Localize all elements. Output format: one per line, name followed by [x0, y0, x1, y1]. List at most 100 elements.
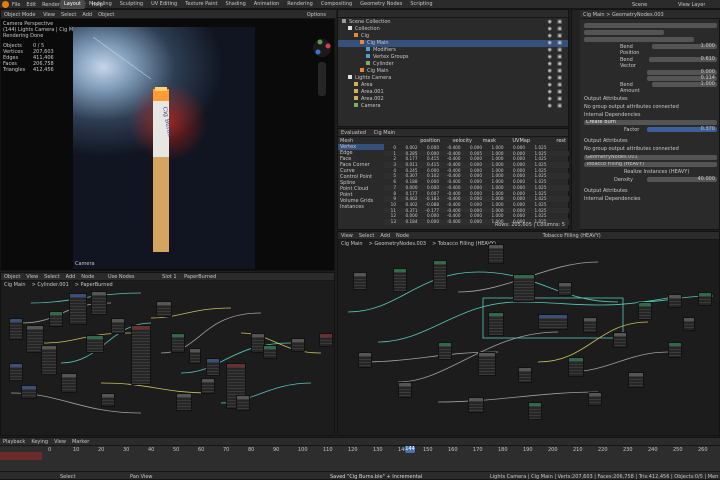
- outliner-item[interactable]: Vertex Groups ◉ ▣: [338, 54, 568, 61]
- math-node[interactable]: [488, 244, 504, 264]
- outliner-item[interactable]: Cig Main ◉ ▣: [338, 40, 568, 47]
- outliner-item[interactable]: Modifiers ◉ ▣: [338, 47, 568, 54]
- domain-item[interactable]: Instances: [338, 204, 384, 210]
- mode-selector[interactable]: Object Mode: [4, 12, 36, 18]
- density-value[interactable]: 40.000: [647, 177, 717, 182]
- outliner-item[interactable]: Area ◉ ▣: [338, 82, 568, 89]
- workspace-tabs[interactable]: Layout Modeling Sculpting UV Editing Texture…: [60, 0, 437, 9]
- section-header[interactable]: Output Attributes: [584, 96, 717, 102]
- viewport-menu-select[interactable]: Select: [61, 12, 76, 18]
- math-node[interactable]: [156, 301, 172, 317]
- geometry-node-editor[interactable]: View Select Add Node Tobacco Filling (HEAVY…: [337, 231, 720, 436]
- modifier-inputs[interactable]: Bend Position 1.000 Bend Vector 0.610 0.000 0…: [584, 44, 717, 94]
- spreadsheet-domain-list[interactable]: Mesh Vertex Edge Face Face Corner Curve Contro…: [338, 138, 384, 210]
- blender-logo-icon[interactable]: [2, 1, 9, 8]
- visibility-icon[interactable]: ◉: [548, 96, 552, 103]
- texture-node[interactable]: [206, 358, 220, 376]
- menu-render[interactable]: Render: [42, 2, 60, 8]
- noise-node[interactable]: [69, 293, 87, 325]
- tab-rendering[interactable]: Rendering: [283, 0, 317, 9]
- principled-bsdf-node[interactable]: [131, 325, 151, 385]
- render-icon[interactable]: ▣: [557, 33, 562, 40]
- outliner-item[interactable]: Area.002 ◉ ▣: [338, 96, 568, 103]
- menu-file[interactable]: File: [12, 2, 20, 8]
- properties-tabs[interactable]: [572, 10, 580, 231]
- geometry-node[interactable]: [528, 402, 542, 420]
- tab-sculpting[interactable]: Sculpting: [116, 0, 147, 9]
- tab-compositing[interactable]: Compositing: [317, 0, 356, 9]
- render-icon[interactable]: ▣: [557, 26, 562, 33]
- mesh-node[interactable]: [488, 312, 504, 336]
- timeline-menu-view[interactable]: View: [54, 439, 66, 445]
- tab-texture-paint[interactable]: Texture Paint: [181, 0, 221, 9]
- math-node[interactable]: [683, 317, 695, 331]
- viewport-menu-object[interactable]: Object: [98, 12, 114, 18]
- transform-node[interactable]: [538, 314, 568, 330]
- scene-selector[interactable]: Scene: [632, 2, 647, 8]
- timeline[interactable]: Playback Keying View Marker 0 10 20 30 40 50 60 70…: [0, 437, 720, 472]
- create-burn-field[interactable]: Create Burn: [584, 120, 717, 125]
- visibility-icon[interactable]: ◉: [548, 75, 552, 82]
- texture-node[interactable]: [9, 318, 23, 340]
- visibility-icon[interactable]: ◉: [548, 54, 552, 61]
- math-node[interactable]: [588, 392, 602, 406]
- navigation-gizmo[interactable]: [312, 38, 332, 58]
- mesh-node[interactable]: [668, 342, 682, 358]
- render-icon[interactable]: ▣: [557, 103, 562, 110]
- render-icon[interactable]: ▣: [557, 82, 562, 89]
- outliner-tree[interactable]: Scene Collection ◉ ▣ Collection ◉ ▣ Cig ◉ ▣ Cig M…: [338, 18, 568, 110]
- menu-edit[interactable]: Edit: [26, 2, 36, 8]
- render-icon[interactable]: ▣: [557, 61, 562, 68]
- math-node[interactable]: [111, 318, 125, 334]
- render-icon[interactable]: ▣: [557, 40, 562, 47]
- render-icon[interactable]: ▣: [557, 19, 562, 26]
- instance-node[interactable]: [433, 260, 447, 290]
- color-node[interactable]: [86, 335, 104, 353]
- group2-field[interactable]: GeometryNodes.001: [584, 155, 717, 160]
- tab-scripting[interactable]: Scripting: [406, 0, 436, 9]
- realize-checkbox[interactable]: Realize Instances (HEAVY): [584, 169, 717, 175]
- options-button[interactable]: Options: [307, 12, 326, 18]
- visibility-icon[interactable]: ◉: [548, 68, 552, 75]
- render-icon[interactable]: ▣: [557, 89, 562, 96]
- set-position-node[interactable]: [638, 302, 652, 320]
- shader-editor[interactable]: Object View Select Add Node Use Nodes Slot 1…: [0, 272, 335, 436]
- outliner-item[interactable]: Cylinder ◉ ▣: [338, 61, 568, 68]
- visibility-icon[interactable]: ◉: [548, 47, 552, 54]
- tab-layout[interactable]: Layout: [60, 0, 85, 9]
- viewport-menu-add[interactable]: Add: [82, 12, 92, 18]
- visibility-icon[interactable]: ◉: [548, 19, 552, 26]
- evaluation-mode[interactable]: Evaluated: [341, 130, 366, 136]
- tab-animation[interactable]: Animation: [250, 0, 284, 9]
- section-header[interactable]: Internal Dependencies: [584, 196, 717, 202]
- current-frame-indicator[interactable]: 144: [405, 446, 415, 453]
- visibility-icon[interactable]: ◉: [548, 33, 552, 40]
- outliner-item[interactable]: Area.001 ◉ ▣: [338, 89, 568, 96]
- math-node[interactable]: [558, 282, 572, 296]
- texture-node[interactable]: [9, 363, 23, 381]
- timeline-menu-keying[interactable]: Keying: [31, 439, 48, 445]
- render-icon[interactable]: ▣: [557, 68, 562, 75]
- join-node[interactable]: [568, 357, 584, 377]
- math-node[interactable]: [176, 393, 192, 411]
- property-value[interactable]: 1.000: [651, 44, 717, 49]
- outliner-item[interactable]: Scene Collection ◉ ▣: [338, 19, 568, 26]
- geometry-node[interactable]: [393, 268, 407, 292]
- outliner-item[interactable]: Lights Camera ◉ ▣: [338, 75, 568, 82]
- ramp-node[interactable]: [171, 333, 185, 353]
- section-header[interactable]: Internal Dependencies: [584, 112, 717, 118]
- mix-node[interactable]: [189, 348, 201, 364]
- group-output-node[interactable]: [698, 292, 712, 306]
- timeline-menu-playback[interactable]: Playback: [3, 439, 25, 445]
- realize-node[interactable]: [438, 342, 452, 360]
- visibility-icon[interactable]: ◉: [548, 26, 552, 33]
- section-header[interactable]: Output Attributes: [584, 188, 717, 194]
- vector-node[interactable]: [236, 395, 250, 411]
- math-node[interactable]: [358, 352, 372, 368]
- viewport-menus[interactable]: View Select Add Object: [43, 12, 120, 18]
- math-node[interactable]: [468, 397, 484, 413]
- group-input-node[interactable]: [353, 272, 367, 290]
- switch-node[interactable]: [668, 294, 682, 308]
- math-node[interactable]: [583, 317, 597, 333]
- timeline-menus[interactable]: Playback Keying View Marker: [3, 439, 95, 445]
